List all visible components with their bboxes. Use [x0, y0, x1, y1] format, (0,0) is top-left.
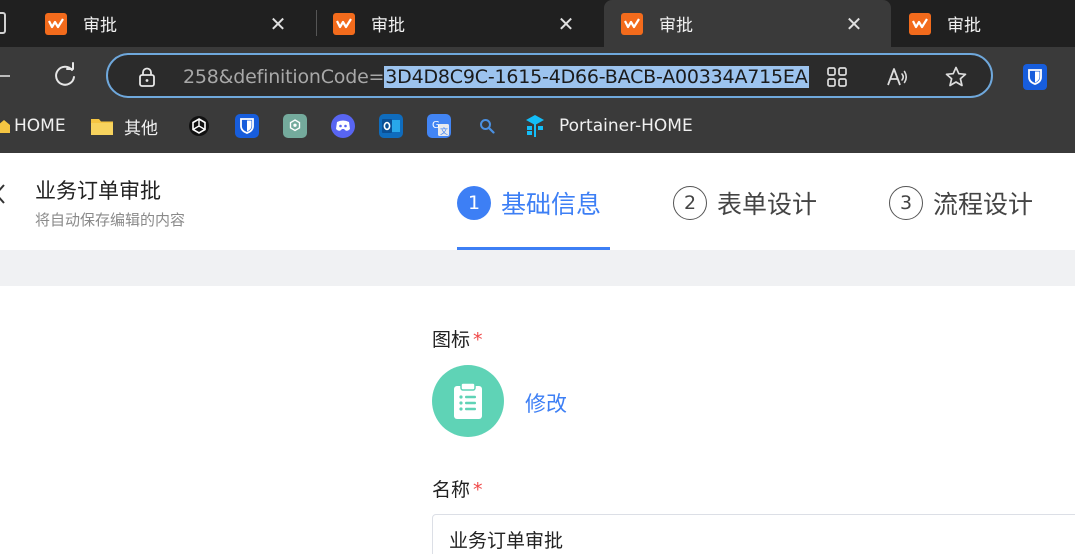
icon-field-label: 图标 * [432, 325, 483, 352]
name-field-label: 名称 * [432, 475, 483, 502]
bookmark-chatgpt[interactable] [283, 107, 307, 145]
name-label-text: 名称 [432, 479, 471, 501]
folder-icon [90, 114, 114, 138]
browser-toolbar: 258&definitionCode=3D4D8C9C-1615-4D66-BA… [0, 47, 1075, 107]
browser-tab-4[interactable]: 审批 [892, 0, 1075, 47]
read-aloud-icon[interactable] [885, 65, 909, 89]
close-tab-icon[interactable]: ✕ [268, 14, 288, 34]
tab-strip: 审批 ✕ 审批 ✕ 审批 ✕ 审批 [0, 0, 1075, 47]
bitwarden-extension-icon[interactable] [1023, 64, 1047, 90]
bookmark-label: HOME [14, 116, 66, 136]
bookmark-label: Portainer-HOME [559, 116, 693, 136]
required-mark: * [473, 329, 483, 351]
back-arrow-icon[interactable] [0, 75, 10, 77]
page-title: 业务订单审批 [35, 179, 161, 203]
chatgpt-icon [283, 114, 307, 138]
bookmark-translate[interactable]: G文 [427, 107, 451, 145]
step-label: 表单设计 [717, 190, 818, 219]
favorite-star-icon[interactable] [944, 65, 968, 89]
page-subtitle: 将自动保存编辑的内容 [35, 211, 186, 229]
clipboard-icon [454, 382, 482, 419]
window-menu-icon[interactable] [0, 12, 6, 34]
url-selected-text: 3D4D8C9C-1615-4D66-BACB-A00334A715EA [384, 66, 809, 88]
tab-title: 审批 [659, 16, 693, 36]
tab-title: 审批 [947, 16, 981, 36]
search-icon [475, 114, 499, 138]
close-tab-icon[interactable]: ✕ [556, 14, 576, 34]
step-number: 3 [889, 186, 923, 220]
step-basic-info[interactable]: 1 基础信息 [457, 183, 601, 223]
tab-title: 审批 [371, 16, 405, 36]
bookmark-home[interactable]: HOME [0, 107, 66, 145]
openai-icon [187, 114, 211, 138]
name-input[interactable] [432, 514, 1075, 554]
portainer-icon [523, 114, 547, 138]
step-form-design[interactable]: 2 表单设计 [673, 183, 817, 223]
approval-icon-preview[interactable] [432, 365, 504, 437]
step-number: 2 [673, 186, 707, 220]
app-favicon-icon [45, 12, 67, 35]
address-bar[interactable]: 258&definitionCode=3D4D8C9C-1615-4D66-BA… [106, 53, 993, 98]
bookmark-search[interactable] [475, 107, 499, 145]
bookmark-discord[interactable] [331, 107, 355, 145]
modify-icon-link[interactable]: 修改 [525, 388, 567, 418]
step-process-design[interactable]: 3 流程设计 [889, 183, 1033, 223]
home-icon [0, 114, 10, 138]
step-label: 基础信息 [501, 190, 602, 219]
required-mark: * [473, 479, 483, 501]
lock-icon[interactable] [137, 67, 157, 87]
bitwarden-icon [235, 114, 259, 138]
content-divider-band [0, 250, 1075, 286]
outlook-icon [379, 114, 403, 138]
discord-icon [331, 114, 355, 138]
reload-icon[interactable] [50, 61, 80, 91]
bookmarks-bar: HOME 其他 G文 Portainer-HOME [0, 107, 1075, 153]
close-tab-icon[interactable]: ✕ [844, 14, 864, 34]
bookmark-folder-other[interactable]: 其他 [90, 107, 158, 145]
page-content: 业务订单审批 将自动保存编辑的内容 1 基础信息 2 表单设计 3 流程设计 图… [0, 153, 1075, 554]
translate-icon: G文 [427, 114, 451, 138]
bookmark-openai[interactable] [187, 107, 211, 145]
step-number: 1 [457, 186, 491, 220]
icon-label-text: 图标 [432, 329, 471, 351]
app-favicon-icon [909, 12, 931, 35]
back-chevron-icon[interactable] [0, 183, 6, 211]
svg-text:文: 文 [440, 126, 448, 136]
bookmark-label: 其他 [124, 118, 158, 139]
url-prefix: 258&definitionCode= [183, 66, 385, 88]
url-text[interactable]: 258&definitionCode=3D4D8C9C-1615-4D66-BA… [183, 64, 809, 90]
bookmark-portainer[interactable]: Portainer-HOME [523, 107, 693, 145]
browser-tab-3-active[interactable]: 审批 ✕ [604, 0, 891, 47]
app-header: 业务订单审批 将自动保存编辑的内容 1 基础信息 2 表单设计 3 流程设计 [0, 153, 1075, 250]
app-favicon-icon [333, 12, 355, 35]
svg-text:G: G [432, 120, 440, 131]
step-label: 流程设计 [933, 190, 1034, 219]
tab-title: 审批 [83, 16, 117, 36]
app-favicon-icon [621, 12, 643, 35]
browser-tab-1[interactable]: 审批 ✕ [28, 0, 315, 47]
app-grid-icon[interactable] [825, 65, 849, 89]
browser-tab-2[interactable]: 审批 ✕ [316, 0, 603, 47]
bookmark-outlook[interactable] [379, 107, 403, 145]
bookmark-bitwarden[interactable] [235, 107, 259, 145]
